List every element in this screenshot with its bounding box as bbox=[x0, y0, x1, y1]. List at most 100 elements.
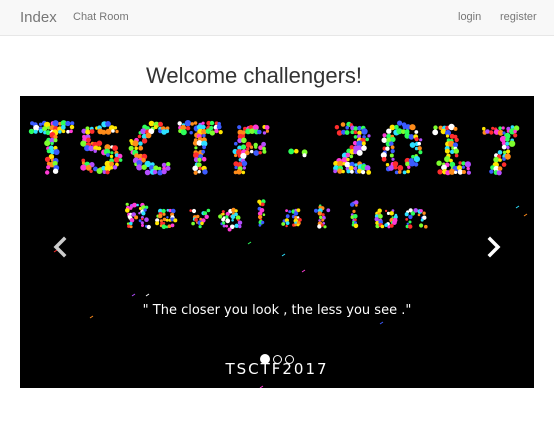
confetti-dot bbox=[382, 133, 387, 138]
confetti-dot bbox=[501, 162, 507, 167]
confetti-dot bbox=[489, 130, 494, 135]
confetti-dot bbox=[70, 121, 75, 126]
confetti-dot bbox=[129, 225, 133, 229]
confetti-dot bbox=[314, 208, 318, 213]
confetti-dot bbox=[66, 129, 70, 134]
confetti-dot bbox=[109, 165, 114, 170]
confetti-dot bbox=[355, 204, 358, 207]
confetti-dot bbox=[97, 146, 102, 151]
confetti-dot bbox=[501, 144, 507, 150]
chevron-right-icon[interactable] bbox=[480, 234, 506, 260]
confetti-dot bbox=[218, 130, 223, 135]
confetti-dot bbox=[496, 170, 502, 176]
confetti-dot bbox=[413, 162, 419, 167]
confetti-dot bbox=[222, 221, 226, 225]
confetti-dot bbox=[201, 124, 206, 130]
confetti-dot bbox=[364, 165, 371, 171]
confetti-dot bbox=[288, 148, 295, 155]
confetti-dot bbox=[173, 218, 178, 223]
brand-link[interactable]: Index bbox=[20, 9, 57, 26]
confetti-dot bbox=[389, 223, 394, 228]
confetti-dot bbox=[191, 221, 195, 226]
confetti-dot bbox=[240, 144, 247, 150]
confetti-dot bbox=[50, 141, 54, 146]
confetti-dot bbox=[319, 215, 323, 220]
page-title: Welcome challengers! bbox=[145, 63, 363, 88]
confetti-dot bbox=[61, 129, 66, 134]
confetti-dot bbox=[53, 149, 60, 155]
confetti-dot bbox=[262, 149, 267, 154]
confetti-dot bbox=[231, 219, 234, 222]
confetti-dot bbox=[404, 212, 409, 217]
login-link[interactable]: login bbox=[458, 11, 481, 23]
confetti-dot bbox=[482, 126, 486, 131]
confetti-dot bbox=[258, 151, 262, 155]
register-link[interactable]: register bbox=[500, 11, 537, 23]
confetti-dot bbox=[58, 130, 62, 134]
sparkle bbox=[515, 205, 520, 209]
confetti-dot bbox=[132, 140, 139, 147]
confetti-dot bbox=[367, 134, 371, 138]
confetti-dot bbox=[350, 202, 355, 207]
confetti-dot bbox=[158, 213, 163, 219]
confetti-dot bbox=[109, 154, 114, 159]
banner-subtitle-art bbox=[125, 199, 428, 232]
confetti-dot bbox=[241, 170, 246, 175]
confetti-dot bbox=[194, 218, 198, 222]
confetti-dot bbox=[323, 225, 327, 229]
confetti-dot bbox=[497, 150, 503, 155]
confetti-dot bbox=[242, 166, 246, 170]
confetti-dot bbox=[165, 129, 170, 134]
confetti-dot bbox=[221, 217, 226, 222]
confetti-dot bbox=[146, 224, 151, 230]
confetti-dot bbox=[326, 208, 331, 213]
confetti-dot bbox=[249, 128, 255, 134]
confetti-dot bbox=[234, 223, 239, 228]
confetti-dot bbox=[361, 141, 366, 146]
confetti-dot bbox=[260, 220, 265, 225]
confetti-dot bbox=[397, 120, 403, 126]
navbar: Index Chat Room login register bbox=[0, 0, 554, 36]
confetti-dot bbox=[105, 170, 110, 175]
confetti-dot bbox=[166, 162, 171, 167]
confetti-dot bbox=[141, 224, 144, 227]
confetti-dot bbox=[497, 166, 503, 171]
confetti-dot bbox=[510, 125, 515, 129]
confetti-dot bbox=[390, 145, 395, 150]
confetti-dot bbox=[361, 170, 366, 175]
confetti-dot bbox=[177, 121, 182, 126]
confetti-dot bbox=[432, 129, 439, 136]
confetti-dot bbox=[437, 169, 443, 175]
confetti-dot bbox=[361, 128, 368, 135]
sparkle bbox=[131, 293, 136, 297]
confetti-dot bbox=[44, 156, 51, 162]
confetti-dot bbox=[198, 225, 202, 229]
confetti-dot bbox=[218, 214, 223, 219]
confetti-dot bbox=[445, 134, 450, 138]
confetti-dot bbox=[352, 209, 356, 213]
confetti-dot bbox=[502, 157, 506, 161]
confetti-dot bbox=[180, 129, 187, 136]
confetti-dot bbox=[353, 223, 359, 229]
confetti-dot bbox=[162, 212, 166, 216]
confetti-dot bbox=[406, 222, 409, 225]
confetti-dot bbox=[234, 141, 238, 146]
confetti-dot bbox=[195, 214, 200, 219]
confetti-dot bbox=[214, 128, 219, 134]
confetti-dot bbox=[505, 137, 510, 142]
confetti-dot bbox=[493, 156, 500, 163]
confetti-dot bbox=[417, 141, 422, 146]
confetti-dot bbox=[193, 121, 198, 125]
confetti-dot bbox=[417, 146, 422, 151]
confetti-dot bbox=[193, 170, 198, 175]
chat-room-link[interactable]: Chat Room bbox=[73, 11, 129, 23]
chevron-left-icon[interactable] bbox=[48, 234, 74, 260]
confetti-dot bbox=[353, 135, 358, 139]
confetti-dot bbox=[365, 137, 370, 142]
confetti-dot bbox=[222, 212, 225, 216]
confetti-dot bbox=[294, 148, 299, 154]
confetti-dot bbox=[134, 146, 138, 151]
confetti-dot bbox=[241, 134, 246, 138]
confetti-dot bbox=[222, 224, 226, 228]
confetti-dot bbox=[344, 130, 350, 135]
